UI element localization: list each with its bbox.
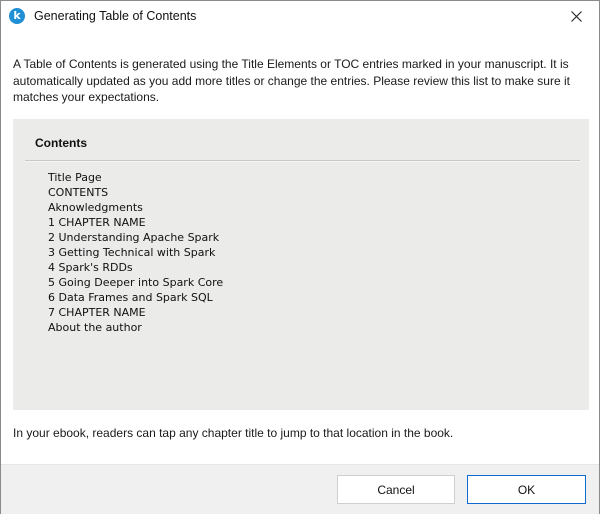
toc-entry: About the author (48, 321, 142, 334)
footer-note: In your ebook, readers can tap any chapt… (13, 426, 454, 440)
app-logo-icon: k (9, 8, 25, 24)
toc-entry: 6 Data Frames and Spark SQL (48, 291, 213, 304)
close-icon (570, 11, 582, 22)
button-bar: Cancel OK (1, 464, 599, 514)
toc-divider (25, 160, 580, 162)
toc-preview-panel: Contents Title Page CONTENTS Aknowledgme… (13, 119, 589, 410)
title-bar[interactable]: k Generating Table of Contents (1, 1, 599, 32)
cancel-button[interactable]: Cancel (337, 475, 455, 504)
toc-entry: 4 Spark's RDDs (48, 261, 133, 274)
toc-heading: Contents (35, 136, 87, 150)
toc-entry: 1 CHAPTER NAME (48, 216, 146, 229)
toc-entry: 5 Going Deeper into Spark Core (48, 276, 224, 289)
window-title: Generating Table of Contents (34, 9, 197, 23)
description-text: A Table of Contents is generated using t… (13, 57, 570, 105)
toc-entry: Title Page (48, 171, 102, 184)
close-button[interactable] (553, 1, 599, 32)
ok-button[interactable]: OK (467, 475, 586, 504)
toc-entry: 2 Understanding Apache Spark (48, 231, 220, 244)
toc-entry: CONTENTS (48, 186, 109, 199)
toc-entry: 3 Getting Technical with Spark (48, 246, 216, 259)
dialog-window: k Generating Table of Contents A Table o… (0, 0, 600, 514)
toc-entry: Aknowledgments (48, 201, 143, 214)
toc-list: Title Page CONTENTS Aknowledgments 1 CHA… (48, 170, 223, 335)
toc-entry: 7 CHAPTER NAME (48, 306, 146, 319)
